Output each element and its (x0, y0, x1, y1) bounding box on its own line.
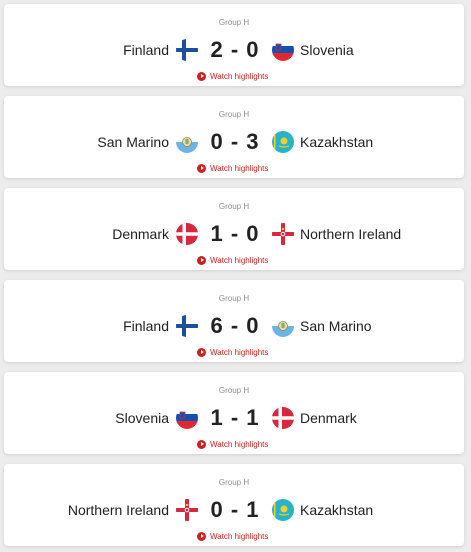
match-row: Denmark 1 - 0 Northern Ireland (4, 220, 464, 248)
play-icon (197, 439, 206, 449)
home-team-name[interactable]: Finland (123, 318, 169, 334)
slovenia-flag-icon (272, 39, 294, 61)
watch-highlights-link[interactable]: Watch highlights (197, 254, 268, 266)
play-icon (197, 163, 206, 173)
watch-highlights-link[interactable]: Watch highlights (197, 438, 268, 450)
group-label: Group H (218, 202, 250, 211)
play-icon (197, 71, 206, 81)
home-team-name[interactable]: Denmark (112, 226, 169, 242)
group-label: Group H (218, 110, 250, 119)
play-icon (197, 255, 206, 265)
away-team-name[interactable]: Denmark (300, 410, 357, 426)
home-team-name[interactable]: Finland (123, 42, 169, 58)
score: 6 - 0 (210, 313, 260, 338)
slovenia-flag-icon (176, 407, 198, 429)
home-team-name[interactable]: Slovenia (115, 410, 169, 426)
match-row: Slovenia 1 - 1 Denmark (4, 404, 464, 432)
group-label: Group H (218, 18, 250, 27)
watch-highlights-label: Watch highlights (210, 163, 269, 173)
match-card[interactable]: Group H Slovenia 1 - 1 Denmark Watch hig… (4, 372, 464, 454)
away-team-name[interactable]: Northern Ireland (300, 226, 401, 242)
group-label: Group H (218, 478, 250, 487)
watch-highlights-label: Watch highlights (210, 71, 269, 81)
san-marino-flag-icon (272, 315, 294, 337)
match-card[interactable]: Group H Northern Ireland 0 - 1 Kazakhsta… (4, 464, 464, 546)
denmark-flag-icon (272, 407, 294, 429)
away-team-name[interactable]: Kazakhstan (300, 502, 373, 518)
watch-highlights-label: Watch highlights (210, 439, 269, 449)
match-card[interactable]: Group H San Marino 0 - 3 Kazakhstan Watc… (4, 96, 464, 178)
home-team-name[interactable]: Northern Ireland (68, 502, 169, 518)
kazakhstan-flag-icon (272, 499, 294, 521)
denmark-flag-icon (176, 223, 198, 245)
watch-highlights-label: Watch highlights (210, 347, 269, 357)
score: 2 - 0 (210, 37, 260, 62)
play-icon (197, 531, 206, 541)
score: 0 - 1 (210, 497, 260, 522)
score: 1 - 0 (210, 221, 260, 246)
match-card[interactable]: Group H Denmark 1 - 0 Northern Ireland W… (4, 188, 464, 270)
away-team-name[interactable]: San Marino (300, 318, 372, 334)
score: 1 - 1 (210, 405, 260, 430)
group-label: Group H (218, 386, 250, 395)
finland-flag-icon (176, 39, 198, 61)
watch-highlights-link[interactable]: Watch highlights (197, 70, 268, 82)
san-marino-flag-icon (176, 131, 198, 153)
watch-highlights-label: Watch highlights (210, 531, 269, 541)
watch-highlights-link[interactable]: Watch highlights (197, 346, 268, 358)
score: 0 - 3 (210, 129, 260, 154)
group-label: Group H (218, 294, 250, 303)
home-team-name[interactable]: San Marino (97, 134, 169, 150)
kazakhstan-flag-icon (272, 131, 294, 153)
match-card[interactable]: Group H Finland 2 - 0 Slovenia Watch hig… (4, 4, 464, 86)
watch-highlights-label: Watch highlights (210, 255, 269, 265)
northern-ireland-flag-icon (272, 223, 294, 245)
away-team-name[interactable]: Kazakhstan (300, 134, 373, 150)
match-row: Finland 2 - 0 Slovenia (4, 36, 464, 64)
match-row: Finland 6 - 0 San Marino (4, 312, 464, 340)
match-row: San Marino 0 - 3 Kazakhstan (4, 128, 464, 156)
match-row: Northern Ireland 0 - 1 Kazakhstan (4, 496, 464, 524)
play-icon (197, 347, 206, 357)
northern-ireland-flag-icon (176, 499, 198, 521)
watch-highlights-link[interactable]: Watch highlights (197, 530, 268, 542)
away-team-name[interactable]: Slovenia (300, 42, 354, 58)
watch-highlights-link[interactable]: Watch highlights (197, 162, 268, 174)
finland-flag-icon (176, 315, 198, 337)
match-card[interactable]: Group H Finland 6 - 0 San Marino Watch h… (4, 280, 464, 362)
